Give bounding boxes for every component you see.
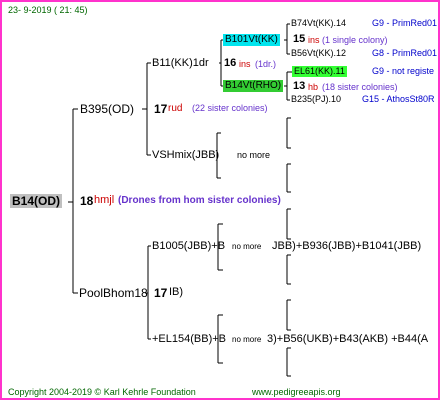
queen-gen: 17 bbox=[154, 102, 168, 116]
q-gs-dam-code: EL61(KK).11 bbox=[292, 66, 347, 77]
drone-lower-part2: 3)+B56(UKB)+B43(AKB) +B44(A bbox=[267, 333, 429, 345]
q-mother-note: (1dr.) bbox=[255, 59, 277, 69]
q-grand-sire-code: B14Vt(RHO) bbox=[223, 80, 284, 92]
q-gs-dam-gen: G9 - not registe bbox=[372, 66, 435, 76]
root-breeder: hmjl bbox=[94, 194, 115, 206]
q-grand-mother-gen: 15 bbox=[293, 33, 306, 45]
drone-lower-part1: +EL154(BB)+B bbox=[152, 333, 226, 345]
drone-line-code: PoolBhom18 bbox=[79, 286, 148, 300]
q-grand-sire-note: (18 sister colonies) bbox=[322, 82, 398, 92]
q-mother-code: B11(KK)1dr bbox=[152, 57, 209, 69]
drone-line-suffix: IB) bbox=[169, 286, 184, 298]
q-grand-mother-code: B101Vt(KK) bbox=[223, 34, 280, 46]
q-gs-sire-gen: G15 - AthosSt80R bbox=[362, 94, 435, 104]
q-gm-dam-code: B74Vt(KK).14 bbox=[291, 18, 347, 28]
footer-url[interactable]: www.pedigreeapis.org bbox=[252, 388, 341, 397]
drone-line-gen: 17 bbox=[154, 286, 168, 300]
drone-lower-note: no more bbox=[232, 335, 262, 344]
header-date: 23- 9-2019 ( 21: 45) bbox=[8, 5, 88, 15]
q-grand-sire-breeder: hb bbox=[308, 82, 319, 92]
pedigree-page: 23- 9-2019 ( 21: 45) B14(OD) 18 hmjl (Dr… bbox=[0, 0, 440, 400]
q-grand-mother-note: (1 single colony) bbox=[322, 35, 388, 45]
q-grand-sire-gen: 13 bbox=[293, 80, 306, 92]
drone-upper-note: no more bbox=[232, 242, 262, 251]
q-mother-gen: 16 bbox=[224, 57, 237, 69]
q-sire-note: no more bbox=[237, 150, 271, 160]
q-sire-code: VSHmix(JBB) bbox=[152, 149, 220, 161]
drone-upper-part2: JBB)+B936(JBB)+B1041(JBB) bbox=[272, 240, 422, 252]
root-note: (Drones from hom sister colonies) bbox=[118, 195, 281, 206]
q-grand-mother-breeder: ins bbox=[308, 35, 320, 45]
queen-note: (22 sister colonies) bbox=[192, 103, 268, 113]
drone-upper-part1: B1005(JBB)+B bbox=[152, 240, 226, 252]
q-gm-dam-gen: G9 - PrimRed01 bbox=[372, 18, 438, 28]
queen-code: B395(OD) bbox=[80, 102, 135, 116]
root-code: B14(OD) bbox=[10, 194, 63, 208]
q-mother-breeder: ins bbox=[239, 59, 251, 69]
q-gm-sire-code: B56Vt(KK).12 bbox=[291, 48, 347, 58]
queen-breeder: rud bbox=[168, 103, 183, 114]
root-gen: 18 bbox=[80, 194, 94, 208]
q-gs-sire-code: B235(PJ).10 bbox=[291, 94, 342, 104]
q-gm-sire-gen: G8 - PrimRed01 bbox=[372, 48, 438, 58]
footer-copyright: Copyright 2004-2019 © Karl Kehrle Founda… bbox=[8, 387, 196, 397]
